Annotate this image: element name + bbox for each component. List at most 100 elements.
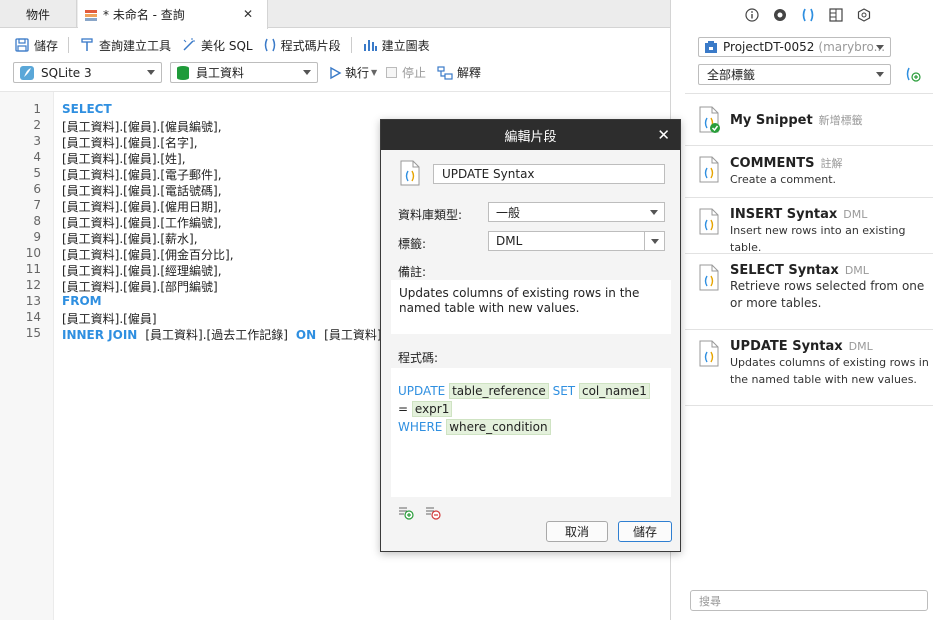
database-select-value: SQLite 3 <box>41 65 92 80</box>
save-snippet-label: 儲存 <box>632 525 657 539</box>
info-icon[interactable] <box>744 7 760 23</box>
code-keyword: SET <box>552 384 576 398</box>
line-number: 13 <box>25 294 41 308</box>
code-editor[interactable]: UPDATE table_reference SET col_name1 = e… <box>391 368 671 497</box>
code-placeholder[interactable]: expr1 <box>411 401 453 417</box>
add-placeholder-icon[interactable] <box>397 504 415 523</box>
snippet-description: Create a comment. <box>730 173 837 186</box>
explain-label: 解釋 <box>457 66 482 80</box>
chevron-down-icon <box>650 210 658 215</box>
sql-identifier: [員工資料].[僱員].[電話號碼], <box>62 184 222 198</box>
query-builder-icon <box>81 38 93 51</box>
run-dropdown-icon[interactable]: ▼ <box>371 68 377 77</box>
sql-identifier: [員工資料].[僱員] <box>62 312 157 326</box>
search-placeholder: 搜尋 <box>699 594 721 608</box>
db-type-select[interactable]: 一般 <box>488 202 665 222</box>
snippet-name-input[interactable]: UPDATE Syntax <box>433 164 665 184</box>
tag-combobox[interactable]: DML <box>488 231 665 251</box>
code-placeholder[interactable]: col_name1 <box>578 383 650 399</box>
chevron-down-icon <box>876 72 884 77</box>
preview-eye-icon[interactable] <box>772 7 788 23</box>
code-line: [員工資料].[僱員].[電話號碼], <box>62 182 222 199</box>
save-snippet-button[interactable]: 儲存 <box>618 521 672 542</box>
snippet-file-icon <box>698 208 720 239</box>
project-icon <box>705 41 717 53</box>
connection-name: ProjectDT-0052 <box>723 40 815 54</box>
code-snippet-label: 程式碼片段 <box>280 38 341 53</box>
stop-label: 停止 <box>402 66 427 80</box>
code-placeholder[interactable]: where_condition <box>446 419 551 435</box>
play-icon <box>330 66 342 79</box>
snippet-item[interactable]: UPDATE Syntax DML Updates columns of exist… <box>685 330 933 406</box>
line-number: 14 <box>25 310 41 324</box>
line-number: 7 <box>33 198 41 212</box>
run-button[interactable]: 執行 ▼ <box>328 64 377 81</box>
snippet-search-input[interactable]: 搜尋 <box>690 590 928 611</box>
snippet-tag: DML <box>843 208 868 221</box>
dialog-title-bar: 編輯片段 ✕ <box>381 120 680 150</box>
chevron-down-icon <box>147 70 155 75</box>
tab-query[interactable]: * 未命名 - 查詢 ✕ <box>78 0 268 29</box>
code-line: FROM <box>62 294 102 308</box>
add-snippet-icon[interactable] <box>904 66 922 85</box>
code-line: [員工資料].[僱員].[工作編號], <box>62 214 222 231</box>
chevron-down-icon <box>303 70 311 75</box>
line-number: 1 <box>33 102 41 116</box>
description-textarea[interactable]: Updates columns of existing rows in the … <box>391 280 671 334</box>
save-label: 儲存 <box>34 38 59 53</box>
code-line: [員工資料].[僱員].[電子郵件], <box>62 166 222 183</box>
code-placeholder[interactable]: table_reference <box>449 383 549 399</box>
sql-identifier: [員工資料].[僱員].[薪水], <box>62 232 198 246</box>
schema-select-value: 員工資料 <box>196 66 245 80</box>
tag-label: 標籤: <box>398 237 427 251</box>
code-line: [員工資料].[僱員].[薪水], <box>62 230 198 247</box>
hexagon-settings-icon[interactable] <box>856 7 872 23</box>
code-snippet-button[interactable]: 程式碼片段 <box>263 37 341 54</box>
code-line: [員工資料].[僱員].[僱用日期], <box>62 198 222 215</box>
cancel-button[interactable]: 取消 <box>546 521 608 542</box>
line-number: 5 <box>33 166 41 180</box>
snippet-braces-icon[interactable] <box>800 7 816 23</box>
line-number: 6 <box>33 182 41 196</box>
line-number: 10 <box>25 246 41 260</box>
sql-identifier: [員工資料] <box>324 328 382 342</box>
sql-identifier: [員工資料].[僱員].[名字], <box>62 136 198 150</box>
line-number: 8 <box>33 214 41 228</box>
snippet-item[interactable]: COMMENTS 註解 Create a comment. <box>685 146 933 198</box>
close-icon[interactable]: ✕ <box>657 126 670 144</box>
code-line: [員工資料].[僱員].[僱員編號], <box>62 118 222 135</box>
tag-filter-value: 全部標籤 <box>707 68 756 82</box>
schema-select[interactable]: 員工資料 <box>170 62 318 83</box>
snippet-file-icon <box>698 156 720 187</box>
tab-objects[interactable]: 物件 <box>0 0 77 28</box>
create-chart-button[interactable]: 建立圖表 <box>362 37 430 54</box>
edit-snippet-dialog: 編輯片段 ✕ UPDATE Syntax 資料庫類型: 一般 標籤: DML 備… <box>380 119 681 552</box>
stop-button[interactable]: 停止 <box>386 64 426 81</box>
close-tab-icon[interactable]: ✕ <box>243 7 253 21</box>
save-button[interactable]: 儲存 <box>14 37 58 54</box>
save-icon <box>15 38 29 52</box>
cancel-label: 取消 <box>564 525 589 539</box>
code-line: [員工資料].[僱員].[名字], <box>62 134 198 151</box>
snippet-file-icon <box>698 340 720 371</box>
line-number: 4 <box>33 150 41 164</box>
remove-placeholder-icon[interactable] <box>424 504 442 523</box>
beautify-sql-button[interactable]: 美化 SQL <box>181 37 253 54</box>
chart-icon <box>363 40 377 51</box>
database-select[interactable]: SQLite 3 <box>13 62 162 83</box>
snippet-title: COMMENTS <box>730 156 815 171</box>
create-chart-label: 建立圖表 <box>381 38 430 53</box>
tag-filter-select[interactable]: 全部標籤 <box>698 64 891 85</box>
columns-icon[interactable] <box>828 7 844 23</box>
code-line: [員工資料].[僱員].[姓], <box>62 150 186 167</box>
tag-dropdown-button[interactable] <box>644 232 664 250</box>
snippet-item[interactable]: SELECT Syntax DML Retrieve rows selected f… <box>685 254 933 330</box>
snippet-file-icon <box>698 264 720 295</box>
explain-button[interactable]: 解釋 <box>437 64 481 81</box>
snippet-title: My Snippet <box>730 113 813 128</box>
snippet-item[interactable]: My Snippet 新增標籤 <box>685 94 933 146</box>
sql-identifier: [員工資料].[僱員].[僱用日期], <box>62 200 222 214</box>
connection-select[interactable]: ProjectDT-0052 (marybro... <box>698 37 891 57</box>
snippet-item[interactable]: INSERT Syntax DML Insert new rows into an … <box>685 198 933 254</box>
query-builder-button[interactable]: 查詢建立工具 <box>79 37 171 54</box>
